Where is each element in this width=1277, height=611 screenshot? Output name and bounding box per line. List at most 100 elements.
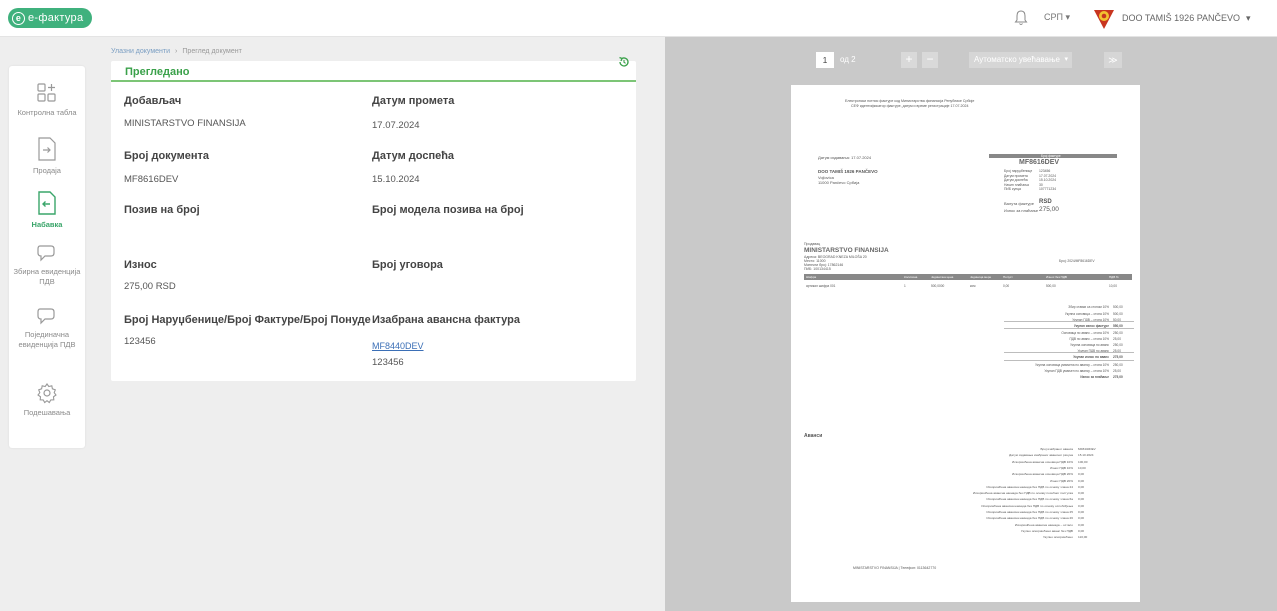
sidebar-item-sales[interactable]: Продаја	[9, 136, 85, 176]
pdf-advance-key: Датум издавања изабраног авансног рачуна	[1009, 453, 1073, 458]
sidebar: Контролна табла Продаја Набавка Збирна е…	[9, 66, 85, 448]
pdf-sum-value: 500,00	[1113, 312, 1123, 316]
chevron-right-icon: ›	[175, 48, 178, 55]
chat-icon	[37, 245, 55, 262]
pdf-meta-key: Начин плаћања	[1004, 182, 1029, 187]
due-date-value: 15.10.2024	[372, 174, 420, 185]
pdf-advance-value: 0,00	[1078, 522, 1085, 527]
pdf-table-cell: артикал шифра 001	[806, 284, 836, 288]
pdf-advance-key: Износ ПДВ 10%	[1050, 465, 1073, 470]
pdf-currency-label: Валута фактуре	[1004, 201, 1034, 206]
status-title: Прегледано	[125, 66, 190, 78]
advance-value: 123456	[372, 357, 404, 368]
advance-label: Изабрана авансна фактура	[372, 314, 520, 326]
order-value: 123456	[124, 336, 156, 347]
pdf-sum-value: 250,00	[1113, 343, 1123, 347]
page-number-input[interactable]: 1	[816, 52, 834, 68]
pdf-buyer-city: 11000 Pančevo Србија	[818, 180, 860, 185]
pdf-issue-date: Датум издавања: 17.07.2024	[818, 155, 872, 160]
pdf-meta-key: Датум промета	[1004, 173, 1028, 178]
sidebar-item-vat-summary[interactable]: Збирна евиденција ПДВ	[9, 243, 85, 287]
zoom-select-label: Аутоматско увећавање	[974, 55, 1060, 64]
chevron-down-icon: ▾	[1246, 12, 1251, 23]
pdf-advance-value: 0,00	[1078, 484, 1085, 489]
pdf-table-cell: 500,00	[1046, 284, 1056, 288]
reference-model-label: Број модела позива на број	[372, 204, 524, 216]
sidebar-item-purchase[interactable]: Набавка	[9, 190, 85, 230]
pdf-sum-value: 275,00	[1113, 375, 1123, 379]
pdf-currency-value: RSD	[1039, 199, 1052, 205]
pdf-advance-key: Искоришћена авансна накнада без ПДВ по о…	[981, 503, 1073, 508]
sidebar-item-dashboard[interactable]: Контролна табла	[9, 82, 85, 118]
sales-icon	[38, 137, 56, 161]
pdf-advance-key: Укупно искоришћени аванс без ПДВ	[1021, 528, 1073, 533]
pdf-advance-key: Искоришћена авансна накнада без ПДВ по о…	[986, 484, 1073, 489]
pdf-advance-key: Износ ПДВ 20%	[1050, 478, 1073, 483]
pdf-table-cell: 500,0000	[931, 284, 945, 288]
pdf-sum-value: 275,00	[1113, 355, 1123, 359]
sidebar-item-settings[interactable]: Подешавања	[9, 382, 85, 418]
amount-label: Износ	[124, 259, 157, 271]
pdf-table-header-cell: Попуст	[1003, 275, 1013, 279]
pdf-divider	[1004, 328, 1134, 329]
pdf-table-cell: 0,00	[1003, 284, 1010, 288]
zoom-select[interactable]: Аутоматско увећавање ▾	[969, 52, 1072, 68]
advance-invoice-link[interactable]: MF8440DEV	[372, 341, 424, 351]
sidebar-item-vat-individual[interactable]: Појединачна евиденција ПДВ	[9, 306, 85, 350]
pdf-meta-value: 123456	[1039, 169, 1051, 173]
pdf-footer: MINISTARSTVO FINANSIJA | Телефон: 011364…	[853, 566, 937, 570]
pdf-sum-key: Износ за плаћање	[1080, 375, 1109, 379]
pdf-meta-value: 30	[1039, 182, 1043, 187]
sidebar-item-label: Подешавања	[23, 408, 71, 417]
pdf-header-line1: Електронски потпис фактуре код Министарс…	[845, 99, 975, 103]
pdf-sum-key: ПДВ по аванс – стопа 10%	[1069, 337, 1109, 341]
viewer-toolbar: 1 од 2 + − Аутоматско увећавање ▾ ≫	[665, 37, 1277, 77]
pdf-meta-key: Датум доспећа	[1004, 178, 1028, 183]
supplier-label: Добављач	[124, 95, 182, 107]
pdf-advance-key: Искоришћена авансна основица ПДВ 20%	[1012, 472, 1073, 477]
chevron-down-icon: ▾	[1064, 56, 1068, 63]
zoom-in-button[interactable]: +	[901, 52, 917, 68]
pdf-advances-title: Аванси	[804, 433, 823, 439]
pdf-advance-key: Искоришћена авансна накнада без ПДВ по о…	[986, 510, 1073, 514]
pdf-seller-ref: Број: 2024/MF8616DEV	[1059, 259, 1095, 263]
bell-icon[interactable]	[1014, 10, 1028, 26]
chat-icon	[37, 308, 55, 325]
pdf-divider	[1004, 321, 1134, 322]
pdf-divider	[1004, 360, 1134, 361]
top-bar: e е-фактура СРП ▾ DOO TAMIŠ 1926 PANČEVO…	[0, 0, 1277, 37]
pdf-meta-key: Број наруџбенице	[1004, 169, 1033, 173]
pdf-divider	[1004, 352, 1134, 353]
pdf-table-header-cell: Шифра	[806, 275, 817, 279]
pdf-table-header-cell: Јединична цена	[931, 275, 954, 279]
pdf-advance-value: 0,00	[1078, 472, 1085, 477]
pdf-invoice-title: Број фактуре	[1041, 154, 1061, 158]
history-icon[interactable]	[617, 55, 631, 69]
pdf-advance-key: Искоришћена авансна накнада – остало	[1014, 522, 1073, 527]
pdf-advance-value: 15.10.2024	[1078, 453, 1094, 458]
breadcrumb: Улазни документи › Преглед документ	[111, 48, 242, 55]
breadcrumb-parent-link[interactable]: Улазни документи	[111, 48, 170, 55]
pdf-table-cell: 10,00	[1109, 284, 1117, 288]
pdf-seller-name: MINISTARSTVO FINANSIJA	[804, 247, 889, 254]
pdf-advance-value: 110,00	[1078, 535, 1088, 540]
pdf-sum-key: Укупан ПДВ умањен по авансу – стопа 10%	[1044, 369, 1109, 373]
tools-toggle-button[interactable]: ≫	[1104, 52, 1122, 68]
pdf-table-cell: 1	[904, 284, 906, 288]
doc-number-label: Број документа	[124, 150, 210, 162]
pdf-sum-key: Основица по аванс – стопа 10%	[1061, 331, 1109, 335]
company-select[interactable]: DOO TAMIŠ 1926 PANČEVO ▾	[1092, 6, 1251, 30]
pdf-sum-key: Збир ставки са стопом 10%	[1068, 305, 1109, 309]
pdf-meta-value: 17.07.2024	[1039, 173, 1056, 178]
pdf-advance-value: MF8440DEV	[1078, 447, 1096, 451]
language-select[interactable]: СРП ▾	[1044, 12, 1070, 23]
zoom-out-button[interactable]: −	[922, 52, 938, 68]
app-logo[interactable]: e е-фактура	[8, 8, 93, 28]
pdf-advance-value: 0,00	[1078, 503, 1085, 508]
pdf-advance-value: 0,00	[1078, 528, 1085, 533]
turnover-date-value: 17.07.2024	[372, 120, 420, 131]
sidebar-item-label: Набавка	[31, 220, 63, 229]
pdf-table-header-cell: Количина	[904, 275, 918, 279]
doc-number-value: MF8616DEV	[124, 174, 179, 185]
turnover-date-label: Датум промета	[372, 95, 455, 107]
